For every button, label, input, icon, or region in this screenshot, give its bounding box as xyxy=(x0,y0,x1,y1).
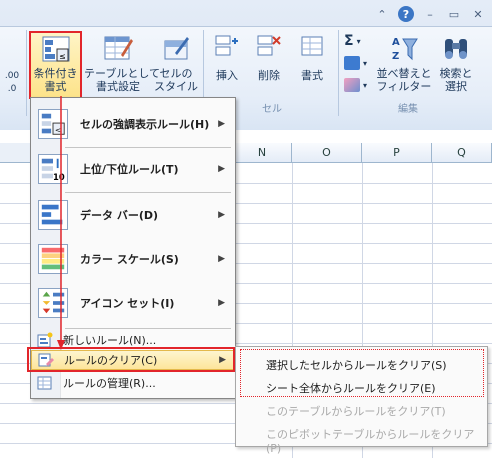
menu-label: ルールの管理(R)... xyxy=(63,377,156,390)
format-as-table-button[interactable]: テーブルとして 書式設定 xyxy=(84,31,161,93)
menu-label: 上位/下位ルール(T) xyxy=(80,163,179,176)
annotation-arrow-icon xyxy=(57,96,65,350)
ribbon-collapse-icon[interactable]: ⌃ xyxy=(374,6,390,22)
menu-separator xyxy=(65,192,231,193)
menu-label: ルールのクリア(C) xyxy=(64,354,158,367)
new-rule-icon xyxy=(37,332,53,348)
manage-rules-icon xyxy=(37,376,52,390)
fill-down-icon xyxy=(344,56,360,70)
help-icon[interactable]: ? xyxy=(398,6,414,22)
chevron-down-icon: ▾ xyxy=(356,36,361,46)
svg-text:≤: ≤ xyxy=(59,52,66,61)
delete-cells-icon xyxy=(257,35,281,56)
cell-styles-icon xyxy=(164,37,189,60)
menu-label: アイコン セット(I) xyxy=(80,297,175,310)
window-controls: ⌃ ? – ▭ ✕ xyxy=(374,5,486,23)
find-select-button[interactable]: 検索と 選択 xyxy=(434,31,478,93)
conditional-formatting-label: 条件付き 書式 xyxy=(33,67,78,93)
clear-button[interactable]: ▾ xyxy=(344,78,367,92)
column-header-q[interactable]: Q xyxy=(432,143,492,163)
autosum-button[interactable]: Σ ▾ xyxy=(344,33,361,49)
format-as-table-label: テーブルとして 書式設定 xyxy=(84,67,161,93)
delete-label: 削除 xyxy=(258,69,280,82)
format-cells-icon xyxy=(301,36,323,56)
column-header-o[interactable]: O xyxy=(292,143,362,163)
submenu-arrow-icon: ▶ xyxy=(218,210,225,220)
menu-label: カラー スケール(S) xyxy=(80,253,179,266)
chevron-down-icon: ▾ xyxy=(363,58,368,68)
column-header-p[interactable]: P xyxy=(362,143,432,163)
restore-icon[interactable]: ▭ xyxy=(446,6,462,22)
sort-filter-button[interactable]: A Z 並べ替えと フィルター xyxy=(374,31,434,93)
insert-label: 挿入 xyxy=(216,69,238,82)
group-label-cells: セル xyxy=(262,104,282,115)
decrease-decimal-button[interactable]: .00 .0 xyxy=(2,70,22,96)
minimize-icon[interactable]: – xyxy=(422,6,438,22)
conditional-formatting-button[interactable]: ≤ 条件付き 書式 xyxy=(29,31,82,99)
eraser-icon xyxy=(344,78,360,92)
submenu-arrow-icon: ▶ xyxy=(219,355,226,365)
sort-filter-icon: A Z xyxy=(392,37,418,62)
format-button[interactable]: 書式 xyxy=(294,31,330,82)
close-icon[interactable]: ✕ xyxy=(470,6,486,22)
insert-cells-icon xyxy=(215,35,238,56)
group-label-editing: 編集 xyxy=(398,104,418,115)
menu-separator xyxy=(65,147,231,148)
sort-filter-label: 並べ替えと フィルター xyxy=(376,67,432,93)
delete-button[interactable]: 削除 xyxy=(251,31,287,82)
menu-label: データ バー(D) xyxy=(80,209,159,222)
submenu-item-clear-pivot: このピボットテーブルからルールをクリア(P) xyxy=(266,428,475,455)
submenu-arrow-icon: ▶ xyxy=(218,164,225,174)
cell-styles-label: セルの スタイル xyxy=(154,67,198,93)
conditional-formatting-icon: ≤ xyxy=(42,36,69,62)
binoculars-icon xyxy=(445,39,467,59)
ribbon-separator xyxy=(26,30,27,116)
svg-text:A: A xyxy=(392,37,400,48)
menu-item-manage-rules[interactable]: ルールの管理(R)... xyxy=(33,373,233,393)
chevron-down-icon: ▾ xyxy=(363,80,368,90)
submenu-item-clear-table: このテーブルからルールをクリア(T) xyxy=(266,405,446,418)
fill-button[interactable]: ▾ xyxy=(344,56,367,70)
column-header-n[interactable]: N xyxy=(233,143,292,163)
clear-rules-icon xyxy=(38,353,54,367)
format-label: 書式 xyxy=(301,69,323,82)
menu-label: セルの強調表示ルール(H) xyxy=(80,118,210,131)
menu-item-clear-rules[interactable]: ルールのクリア(C) ▶ xyxy=(31,350,235,370)
find-select-label: 検索と 選択 xyxy=(439,67,473,93)
submenu-arrow-icon: ▶ xyxy=(218,119,225,129)
menu-separator xyxy=(65,328,231,329)
sigma-icon: Σ xyxy=(344,33,354,49)
svg-text:Z: Z xyxy=(392,51,399,62)
annotation-dotted-box xyxy=(240,349,484,397)
insert-button[interactable]: 挿入 xyxy=(209,31,245,82)
cell-styles-button[interactable]: セルの スタイル xyxy=(152,31,200,93)
menu-label: 新しいルール(N)... xyxy=(63,334,157,347)
ribbon-separator xyxy=(338,30,339,116)
table-format-icon xyxy=(104,36,133,60)
submenu-arrow-icon: ▶ xyxy=(218,298,225,308)
submenu-arrow-icon: ▶ xyxy=(218,254,225,264)
